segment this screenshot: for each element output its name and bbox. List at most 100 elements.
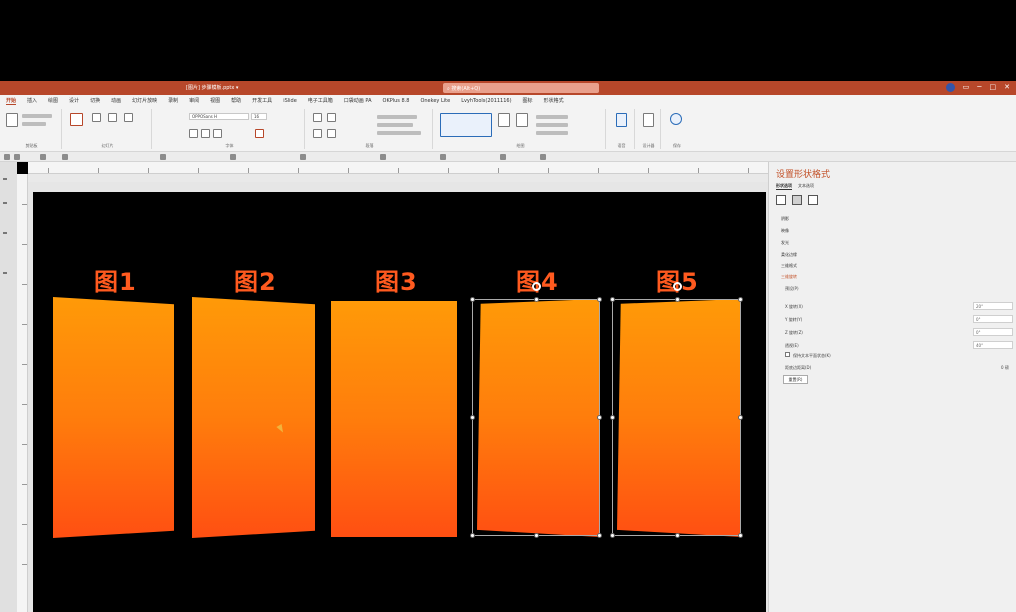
font-color-icon[interactable] (255, 129, 264, 138)
effect-3d-format[interactable]: 三维格式 (781, 263, 797, 269)
keep-text-flat-checkbox[interactable] (785, 352, 790, 357)
tab-pocket-animation[interactable]: 口袋动画 PA (344, 97, 372, 104)
tab-home[interactable]: 开始 (6, 97, 17, 105)
tab-help[interactable]: 帮助 (231, 97, 241, 104)
cut-copy-items[interactable] (22, 114, 52, 118)
strip-tool-4[interactable] (3, 272, 7, 274)
resize-handle[interactable] (534, 533, 539, 538)
font-size-box[interactable]: 16 (251, 113, 267, 120)
italic-icon[interactable] (201, 129, 210, 138)
close-icon[interactable]: ✕ (1004, 83, 1010, 92)
resize-handle[interactable] (675, 297, 680, 302)
designer-icon[interactable] (643, 113, 654, 127)
bold-icon[interactable] (189, 129, 198, 138)
tab-slideshow[interactable]: 幻灯片放映 (132, 97, 157, 104)
search-box[interactable]: ⌕ 搜索(Alt+Q) (443, 83, 599, 93)
section-icon[interactable] (124, 113, 133, 122)
fill-line-icon[interactable] (776, 195, 786, 205)
underline-icon[interactable] (213, 129, 222, 138)
tab-text-options[interactable]: 文本选项 (798, 183, 814, 190)
layout-icon[interactable] (92, 113, 101, 122)
shapes-gallery-icon[interactable] (440, 113, 492, 137)
quick-tool-5[interactable] (160, 154, 166, 160)
reset-button[interactable]: 重置(R) (783, 375, 808, 384)
rotate-handle-icon[interactable] (673, 282, 682, 291)
format-painter-item[interactable] (22, 122, 46, 126)
quick-tool-10[interactable] (500, 154, 506, 160)
smartart-item[interactable] (377, 131, 421, 135)
effects-icon[interactable] (792, 195, 802, 205)
align-center-icon[interactable] (327, 129, 336, 138)
shape-fill-item[interactable] (536, 115, 568, 119)
resize-handle[interactable] (534, 297, 539, 302)
effect-shadow[interactable]: 阴影 (781, 216, 789, 222)
tab-islide[interactable]: iSlide (283, 98, 297, 104)
resize-handle[interactable] (470, 533, 475, 538)
quick-tool-11[interactable] (540, 154, 546, 160)
tab-review[interactable]: 审阅 (189, 97, 199, 104)
distance-value[interactable]: 0 磅 (1001, 365, 1009, 371)
font-name-box[interactable]: OPPOSans H (189, 113, 249, 120)
minimize-icon[interactable]: ─ (977, 83, 981, 92)
resize-handle[interactable] (597, 533, 602, 538)
account-avatar[interactable] (945, 83, 955, 92)
panel-shape-2[interactable] (192, 297, 315, 538)
strip-tool-3[interactable] (3, 232, 7, 234)
paste-icon[interactable] (6, 113, 18, 127)
arrange-icon[interactable] (498, 113, 510, 127)
align-left-icon[interactable] (313, 129, 322, 138)
quick-tool-4[interactable] (62, 154, 68, 160)
maximize-icon[interactable]: □ (990, 83, 997, 92)
resize-handle[interactable] (597, 297, 602, 302)
tab-transitions[interactable]: 切换 (90, 97, 100, 104)
perspective-input[interactable]: 40° (973, 341, 1013, 349)
tab-draw[interactable]: 绘图 (48, 97, 58, 104)
resize-handle[interactable] (738, 297, 743, 302)
text-direction-item[interactable] (377, 115, 417, 119)
tab-view[interactable]: 视图 (210, 97, 220, 104)
tab-okplus[interactable]: OKPlus 8.8 (383, 98, 410, 104)
cloud-save-icon[interactable] (670, 113, 682, 125)
tab-shape-options[interactable]: 形状选项 (776, 183, 792, 190)
quick-tool-2[interactable] (14, 154, 20, 160)
panel-label-2[interactable]: 图2 (234, 262, 277, 297)
tab-lvyhtools[interactable]: LvyhTools(2011116) (461, 98, 511, 104)
panel-label-3[interactable]: 图3 (375, 262, 418, 297)
ribbon-display-icon[interactable]: ▭ (963, 83, 970, 92)
tab-animations[interactable]: 动画 (111, 97, 121, 104)
dictate-icon[interactable] (616, 113, 627, 127)
new-slide-icon[interactable] (70, 113, 83, 126)
resize-handle[interactable] (738, 415, 743, 420)
numbering-icon[interactable] (327, 113, 336, 122)
reset-icon[interactable] (108, 113, 117, 122)
tab-design[interactable]: 设计 (69, 97, 79, 104)
effect-3d-rotation[interactable]: 三维旋转 (781, 274, 797, 280)
align-text-item[interactable] (377, 123, 413, 127)
resize-handle[interactable] (675, 533, 680, 538)
quick-tool-6[interactable] (230, 154, 236, 160)
effect-glow[interactable]: 发光 (781, 240, 789, 246)
x-rotation-input[interactable]: 20° (973, 302, 1013, 310)
resize-handle[interactable] (597, 415, 602, 420)
panel-label-4[interactable]: 图4 (516, 262, 559, 297)
tab-record[interactable]: 录制 (168, 97, 178, 104)
quick-tool-1[interactable] (4, 154, 10, 160)
effect-reflection[interactable]: 映像 (781, 228, 789, 234)
panel-label-1[interactable]: 图1 (94, 262, 137, 297)
tab-tools[interactable]: 电子工具箱 (308, 97, 333, 104)
effect-soft-edges[interactable]: 柔化边缘 (781, 252, 797, 258)
resize-handle[interactable] (470, 415, 475, 420)
shape-effects-item[interactable] (536, 131, 568, 135)
quick-styles-icon[interactable] (516, 113, 528, 127)
strip-tool-2[interactable] (3, 202, 7, 204)
panel-shape-1[interactable] (53, 297, 174, 538)
bullets-icon[interactable] (313, 113, 322, 122)
resize-handle[interactable] (610, 533, 615, 538)
resize-handle[interactable] (610, 297, 615, 302)
strip-tool-1[interactable] (3, 178, 7, 180)
panel-label-5[interactable]: 图5 (656, 262, 699, 297)
document-title[interactable]: [图片] 步骤模板.pptx ▾ (186, 84, 238, 91)
shape-outline-item[interactable] (536, 123, 568, 127)
resize-handle[interactable] (610, 415, 615, 420)
quick-tool-8[interactable] (380, 154, 386, 160)
